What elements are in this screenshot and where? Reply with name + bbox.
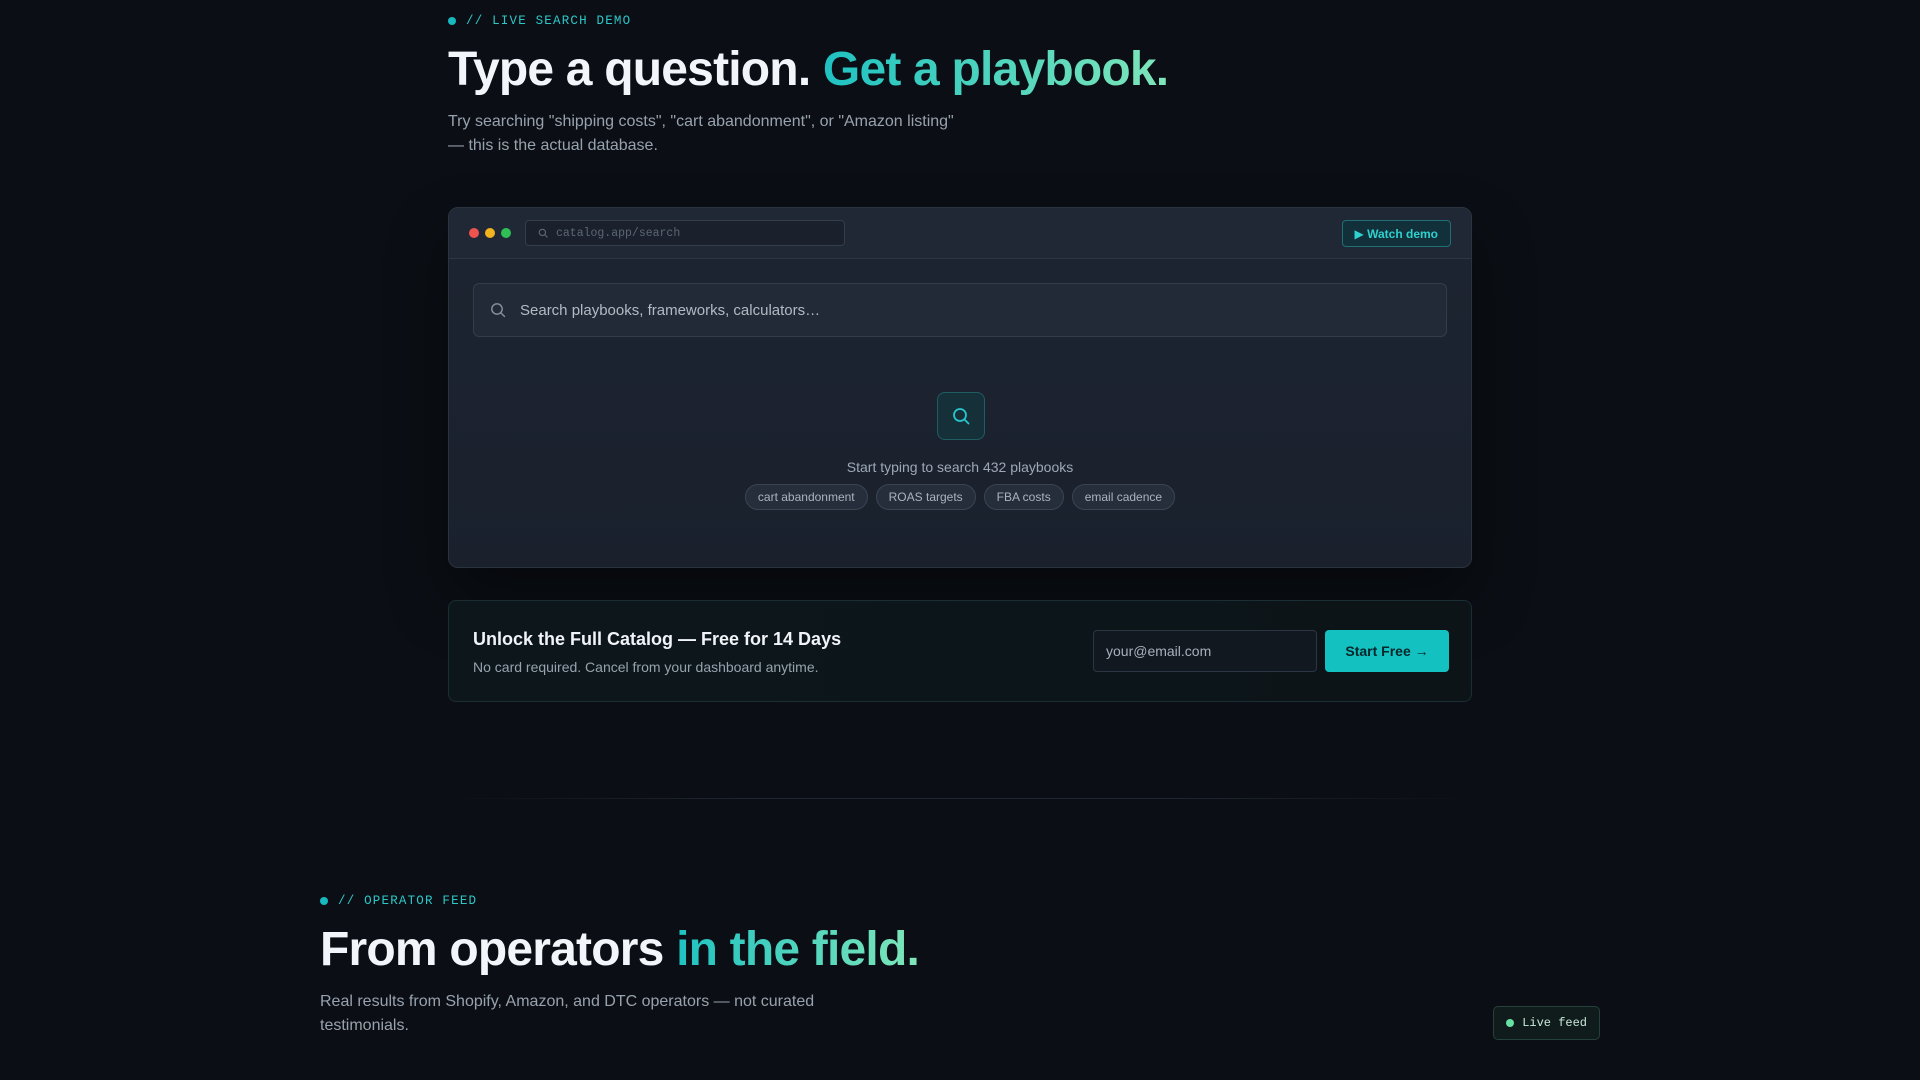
eyebrow-label: // OPERATOR FEED	[338, 894, 478, 908]
close-window-dot-icon	[469, 228, 479, 238]
suggestion-chip[interactable]: ROAS targets	[875, 484, 976, 510]
watch-demo-button[interactable]: ▶ Watch demo	[1341, 220, 1451, 247]
section-eyebrow: // LIVE SEARCH DEMO	[448, 14, 631, 28]
start-free-button[interactable]: Start Free →	[1325, 630, 1449, 672]
address-bar[interactable]: catalog.app/search	[525, 220, 845, 246]
signup-cta-panel: Unlock the Full Catalog — Free for 14 Da…	[448, 600, 1472, 702]
eyebrow-label: // LIVE SEARCH DEMO	[466, 14, 632, 28]
headline-plain: From operators	[320, 923, 677, 976]
eyebrow-dot-icon	[320, 897, 328, 905]
section-title: From operators in the field.	[320, 923, 920, 977]
cta-title: Unlock the Full Catalog — Free for 14 Da…	[473, 629, 842, 649]
search-panel: Start typing to search 432 playbooks car…	[449, 259, 1471, 567]
live-feed-label: Live feed	[1522, 1016, 1587, 1030]
suggestion-chips: cart abandonment ROAS targets FBA costs …	[449, 484, 1471, 510]
empty-state-text: Start typing to search 432 playbooks	[846, 459, 1074, 475]
operator-feed-section: // OPERATOR FEED From operators in the f…	[320, 880, 1600, 1080]
headline-accent: in the field.	[676, 923, 920, 976]
suggestion-chip[interactable]: email cadence	[1071, 484, 1176, 510]
headline-accent: Get a playbook.	[822, 43, 1169, 96]
section-subtitle: Real results from Shopify, Amazon, and D…	[320, 993, 815, 1034]
eyebrow-dot-icon	[448, 17, 456, 25]
search-icon	[953, 408, 970, 425]
empty-state-search-icon	[937, 392, 985, 440]
live-dot-icon	[1506, 1019, 1515, 1027]
browser-toolbar: catalog.app/search ▶ Watch demo	[449, 208, 1471, 259]
search-input[interactable]	[518, 300, 1430, 320]
maximize-window-dot-icon	[501, 228, 511, 238]
suggestion-chip[interactable]: cart abandonment	[744, 484, 868, 510]
email-field[interactable]	[1093, 630, 1317, 672]
browser-mockup: catalog.app/search ▶ Watch demo Start ty…	[448, 207, 1472, 568]
headline-plain: Type a question.	[448, 43, 823, 96]
cta-subtitle: No card required. Cancel from your dashb…	[473, 659, 819, 675]
search-icon	[491, 303, 506, 318]
minimize-window-dot-icon	[485, 228, 495, 238]
window-controls	[469, 228, 511, 238]
suggestion-chip[interactable]: FBA costs	[983, 484, 1064, 510]
section-subtitle: Try searching "shipping costs", "cart ab…	[448, 113, 954, 154]
page-title: Type a question. Get a playbook.	[448, 43, 1169, 97]
address-bar-url: catalog.app/search	[556, 226, 681, 240]
section-eyebrow: // OPERATOR FEED	[320, 894, 477, 908]
playbook-search-box[interactable]	[473, 283, 1447, 337]
section-divider	[448, 798, 1472, 799]
live-feed-badge: Live feed	[1493, 1006, 1600, 1040]
search-icon	[538, 228, 548, 238]
